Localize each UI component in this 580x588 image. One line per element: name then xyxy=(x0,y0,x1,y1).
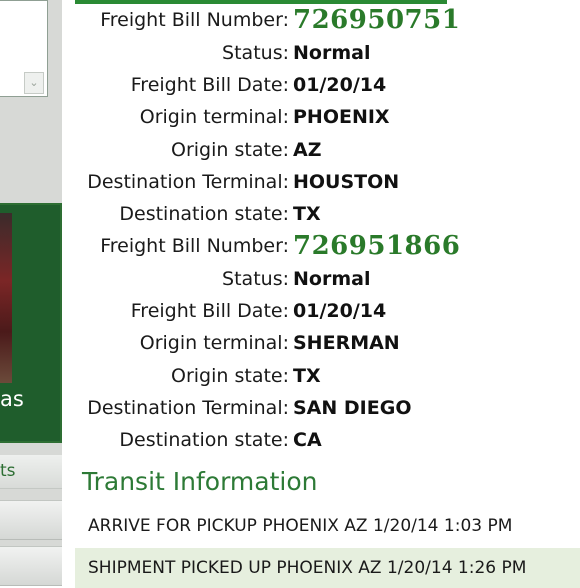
status-label: Status: xyxy=(222,42,289,64)
origin-state-row: Origin state: TX xyxy=(62,360,580,392)
origin-state-row: Origin state: AZ xyxy=(62,134,580,166)
origin-terminal-label: Origin terminal: xyxy=(139,332,289,354)
destination-terminal-value: HOUSTON xyxy=(293,171,400,193)
destination-state-value: CA xyxy=(293,429,322,451)
sidebar-link[interactable]: ts xyxy=(0,455,62,489)
origin-state-label: Origin state: xyxy=(171,139,289,161)
status-label: Status: xyxy=(222,268,289,290)
freight-bill-date-label: Freight Bill Date: xyxy=(130,74,289,96)
freight-bill-date-row: Freight Bill Date: 01/20/14 xyxy=(62,69,580,101)
freight-bill-number-row: Freight Bill Number: 726950751 xyxy=(62,4,580,36)
promo-image xyxy=(0,213,12,383)
promo-panel[interactable]: as xyxy=(0,203,62,443)
freight-bill-number-label: Freight Bill Number: xyxy=(100,9,289,31)
status-row: Status: Normal xyxy=(62,37,580,69)
origin-terminal-row: Origin terminal: PHOENIX xyxy=(62,101,580,133)
freight-bill-date-label: Freight Bill Date: xyxy=(130,300,289,322)
freight-bill-date-value: 01/20/14 xyxy=(293,74,387,96)
destination-terminal-row: Destination Terminal: HOUSTON xyxy=(62,166,580,198)
status-value: Normal xyxy=(293,42,371,64)
origin-terminal-value: SHERMAN xyxy=(293,332,400,354)
destination-state-value: TX xyxy=(293,203,321,225)
origin-terminal-label: Origin terminal: xyxy=(139,106,289,128)
sidebar-button-2[interactable] xyxy=(0,546,62,586)
destination-state-label: Destination state: xyxy=(119,429,289,451)
status-row: Status: Normal xyxy=(62,263,580,295)
origin-terminal-value: PHOENIX xyxy=(293,106,390,128)
destination-state-row: Destination state: TX xyxy=(62,198,580,230)
freight-bill-number-row: Freight Bill Number: 726951866 xyxy=(62,230,580,262)
freight-bill-date-value: 01/20/14 xyxy=(293,300,387,322)
origin-state-label: Origin state: xyxy=(171,365,289,387)
transit-information-heading: Transit Information xyxy=(82,467,318,496)
destination-terminal-value: SAN DIEGO xyxy=(293,397,412,419)
destination-state-label: Destination state: xyxy=(119,203,289,225)
origin-state-value: AZ xyxy=(293,139,322,161)
status-value: Normal xyxy=(293,268,371,290)
scroll-down-icon[interactable]: ⌄ xyxy=(24,72,44,94)
destination-state-row: Destination state: CA xyxy=(62,424,580,456)
shipment-details: Freight Bill Number: 726950751 Status: N… xyxy=(62,0,580,588)
transit-event-row: SHIPMENT PICKED UP PHOENIX AZ 1/20/14 1:… xyxy=(75,548,580,588)
transit-event-row: ARRIVE FOR PICKUP PHOENIX AZ 1/20/14 1:0… xyxy=(88,516,513,536)
freight-bill-number-label: Freight Bill Number: xyxy=(100,235,289,257)
freight-bill-number-value: 726951866 xyxy=(293,231,461,261)
destination-terminal-row: Destination Terminal: SAN DIEGO xyxy=(62,392,580,424)
freight-bill-number-value: 726950751 xyxy=(293,5,461,35)
destination-terminal-label: Destination Terminal: xyxy=(87,171,289,193)
sidebar-button-1[interactable] xyxy=(0,500,62,540)
origin-terminal-row: Origin terminal: SHERMAN xyxy=(62,327,580,359)
promo-caption: as xyxy=(0,387,24,411)
freight-bill-date-row: Freight Bill Date: 01/20/14 xyxy=(62,295,580,327)
left-sidebar: ⌄ as ts xyxy=(0,0,62,586)
origin-state-value: TX xyxy=(293,365,321,387)
destination-terminal-label: Destination Terminal: xyxy=(87,397,289,419)
